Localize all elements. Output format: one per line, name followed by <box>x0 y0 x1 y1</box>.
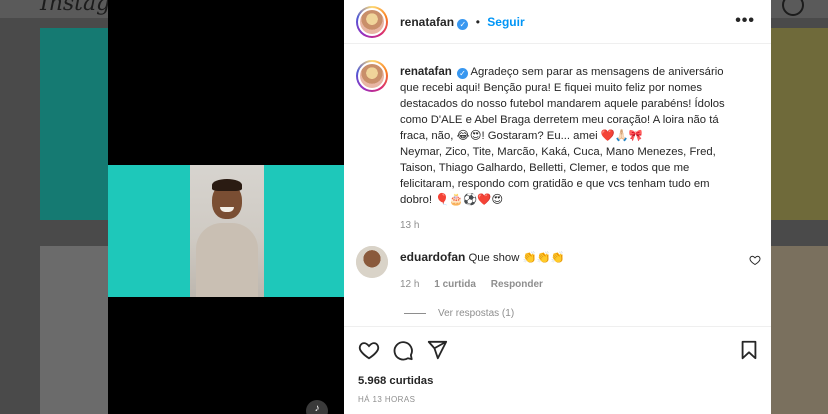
verified-badge-icon: ✓ <box>456 68 468 79</box>
person-hair <box>212 179 242 191</box>
like-heart-icon[interactable] <box>358 339 380 361</box>
post-date[interactable]: HÁ 13 HORAS <box>358 395 415 404</box>
comment: eduardofan Que show 👏👏👏 <box>400 250 565 264</box>
reply-button[interactable]: Responder <box>491 279 543 290</box>
mute-icon[interactable]: ♪ <box>306 400 328 414</box>
background-tile <box>771 246 828 414</box>
caption-line: Taison, Thiago Galhardo, Belletti, Cleme… <box>400 162 690 174</box>
author-username[interactable]: renatafan <box>400 15 454 29</box>
share-icon[interactable] <box>426 339 448 361</box>
caption-line: como D'ALE e Abel Braga derretem meu cor… <box>400 114 719 126</box>
post-caption: renatafan ✓ Agradeço sem parar as mensag… <box>400 64 755 234</box>
background-tile <box>40 246 108 414</box>
view-replies[interactable]: Ver respostas (1) <box>404 308 514 319</box>
comment-like-icon[interactable] <box>749 254 761 266</box>
verified-badge-icon: ✓ <box>457 19 469 30</box>
more-options-icon[interactable]: ••• <box>735 12 755 30</box>
comment-icon[interactable] <box>392 339 414 361</box>
author-avatar[interactable] <box>356 6 388 38</box>
post-header: renatafan ✓ • Seguir ••• <box>344 0 771 44</box>
comment-text: Que show 👏👏👏 <box>468 252 565 264</box>
comment-likes[interactable]: 1 curtida <box>434 279 476 290</box>
background-tile <box>40 28 108 220</box>
background-heart-icon <box>782 0 804 16</box>
caption-avatar-image <box>358 62 386 90</box>
author-avatar-image <box>358 8 386 36</box>
caption-line: fraca, não, 😂😍! Gostaram? Eu... amei ❤️🙏… <box>400 130 643 142</box>
header-user: renatafan ✓ • Seguir <box>400 15 525 30</box>
caption-username[interactable]: renatafan <box>400 66 452 78</box>
post-media[interactable]: ♪ <box>108 0 344 414</box>
follow-button[interactable]: Seguir <box>487 15 524 29</box>
commenter-avatar[interactable] <box>356 246 388 278</box>
caption-timestamp[interactable]: 13 h <box>400 218 755 234</box>
bookmark-icon[interactable] <box>738 339 760 361</box>
post-actions: 5.968 curtidas HÁ 13 HORAS <box>344 326 771 414</box>
view-replies-label[interactable]: Ver respostas (1) <box>438 308 514 319</box>
commenter-avatar-image <box>356 246 388 278</box>
person-shirt <box>196 223 258 297</box>
video-frame <box>190 165 264 297</box>
likes-count[interactable]: 5.968 curtidas <box>358 375 433 387</box>
replies-divider <box>404 312 426 314</box>
caption-line: dobro! 🎈🎂⚽❤️😍 <box>400 194 504 206</box>
caption-text: Agradeço sem parar as mensagens de anive… <box>470 66 724 78</box>
separator-dot: • <box>475 15 480 29</box>
commenter-username[interactable]: eduardofan <box>400 250 465 264</box>
post-panel: renatafan ✓ • Seguir ••• renatafan ✓ Agr… <box>344 0 771 414</box>
caption-line: que recebi aqui! Benção pura! E fiquei m… <box>400 82 703 94</box>
caption-line: destacados do nosso futebol mandarem aqu… <box>400 98 725 110</box>
caption-avatar[interactable] <box>356 60 388 92</box>
comment-meta: 12 h 1 curtida Responder <box>400 279 555 290</box>
caption-line: Neymar, Zico, Tite, Marcão, Kaká, Cuca, … <box>400 146 716 158</box>
caption-line: felicitaram, respondo com gratidão e que… <box>400 178 710 190</box>
comment-timestamp[interactable]: 12 h <box>400 279 419 290</box>
background-tile <box>771 28 828 220</box>
caption-line: renatafan ✓ Agradeço sem parar as mensag… <box>400 64 755 80</box>
